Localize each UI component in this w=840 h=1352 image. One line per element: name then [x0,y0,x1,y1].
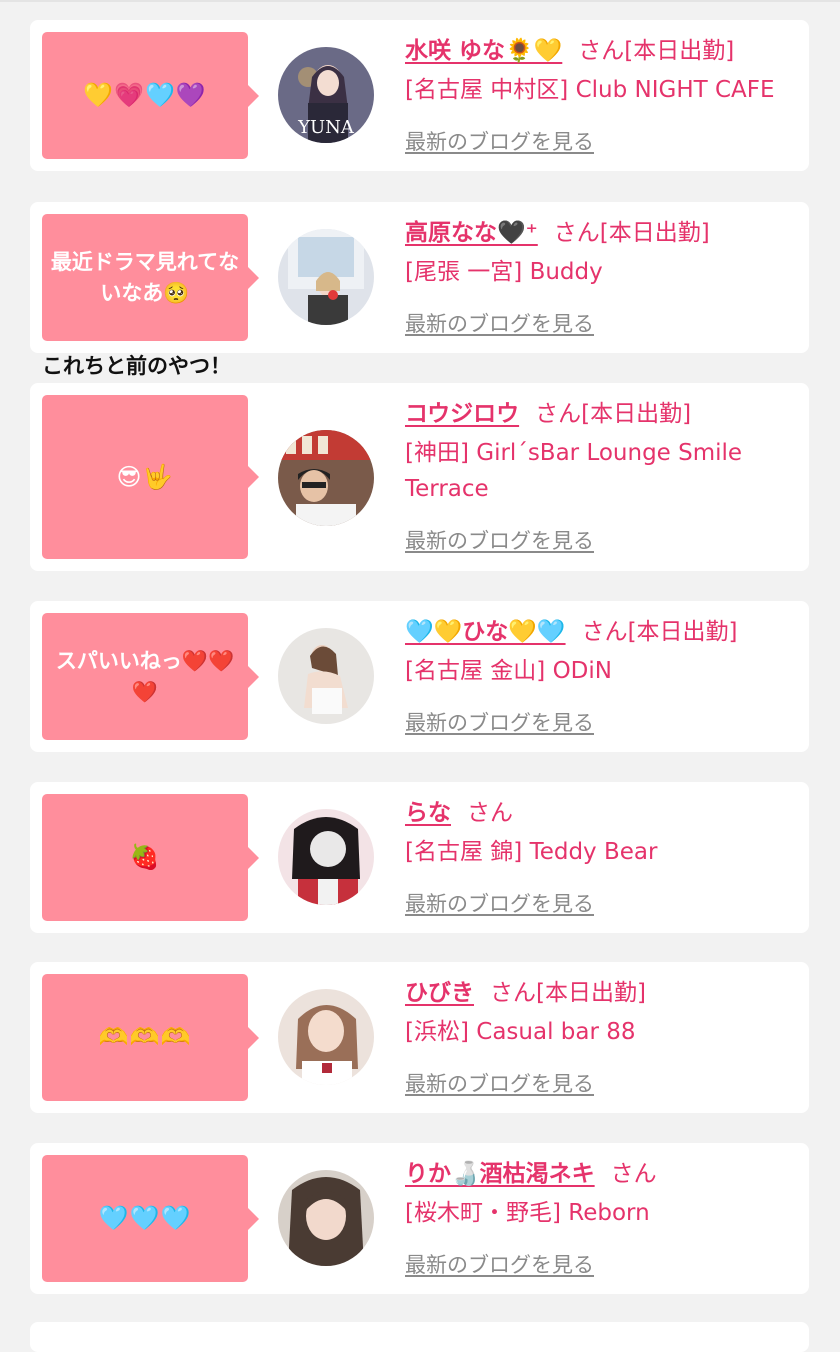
honorific: さん [467,800,513,826]
cast-name-link[interactable]: らな [405,800,451,826]
today-badge: [本日出勤] [536,980,646,1006]
bubble-text: 😎🤟 [116,462,174,491]
avatar[interactable] [278,229,374,325]
honorific: さん [581,619,628,645]
honorific: さん [490,980,536,1006]
cast-name-link[interactable]: 🩵💛ひな💛🩵 [405,619,566,645]
today-badge: [本日出勤] [599,220,710,246]
shop-name: [名古屋 金山] ODiN [405,658,612,684]
speech-bubble: 😎🤟 [42,395,259,559]
speech-bubble: 💛💗🩵💜 [42,32,259,159]
bubble-text: 🍓 [129,843,161,871]
bubble-text: 💛💗🩵💜 [83,81,207,109]
avatar[interactable] [278,989,374,1085]
avatar-name-overlay: YUNA [297,117,355,138]
cast-card[interactable]: 🩵🩵🩵 りか🍶酒枯渇ネキ さん [桜木町・野毛] Reborn 最新のブログを見る [30,1143,809,1294]
speech-bubble: 🫶🫶🫶 [42,974,259,1101]
today-badge: [本日出勤] [581,401,692,427]
top-divider [0,0,840,2]
latest-blog-link[interactable]: 最新のブログを見る [405,308,594,338]
shop-name: [浜松] Casual bar 88 [405,1019,636,1045]
speech-bubble: 🍓 [42,794,259,921]
avatar[interactable] [278,430,374,526]
bubble-text: 最近ドラマ見れてないなあ🥺 [50,249,240,305]
cast-name-link[interactable]: りか🍶酒枯渇ネキ [405,1161,595,1187]
cast-card[interactable]: 🍓 らな さん [名古屋 錦] Teddy Bear 最新のブログを見る [30,782,809,933]
cast-card[interactable]: スパいいねっ❤️❤️❤️ 🩵💛ひな💛🩵 さん[本日出勤] [名古屋 金山] ODi… [30,601,809,752]
speech-bubble: スパいいねっ❤️❤️❤️ [42,613,259,740]
shop-name: [名古屋 錦] Teddy Bear [405,839,658,865]
avatar[interactable] [278,1170,374,1266]
honorific: さん [535,401,582,427]
latest-blog-link[interactable]: 最新のブログを見る [405,1068,594,1098]
speech-bubble: 🩵🩵🩵 [42,1155,259,1282]
today-badge: [本日出勤] [627,619,738,645]
cast-name-link[interactable]: ひびき [405,980,474,1006]
today-badge: [本日出勤] [624,38,735,64]
cast-card[interactable]: 😎🤟 コウジロウ さん[本日出勤] [神田] Girl´sBar Lounge S… [30,383,809,571]
latest-blog-link[interactable]: 最新のブログを見る [405,707,594,737]
latest-blog-link[interactable]: 最新のブログを見る [405,1249,594,1279]
shop-name: [桜木町・野毛] Reborn [405,1200,650,1226]
shop-name: [神田] Girl´sBar Lounge Smile Terrace [405,440,743,502]
bubble-text: 🩵🩵🩵 [98,1204,192,1232]
honorific: さん [578,38,625,64]
shop-name: [名古屋 中村区] Club NIGHT CAFE [405,77,775,103]
latest-blog-link[interactable]: 最新のブログを見る [405,525,594,555]
avatar[interactable]: YUNA [278,47,374,143]
bubble-text: スパいいねっ❤️❤️❤️ [55,648,235,704]
cast-card[interactable]: 🫶🫶🫶 ひびき さん[本日出勤] [浜松] Casual bar 88 最新のブロ… [30,962,809,1113]
honorific: さん [610,1161,657,1187]
latest-blog-link[interactable]: 最新のブログを見る [405,126,594,156]
honorific: さん [553,220,600,246]
cast-name-link[interactable]: 高原なな🖤⁺ [405,220,538,246]
speech-bubble: 最近ドラマ見れてないなあ🥺 [42,214,259,341]
cast-name-link[interactable]: コウジロウ [405,401,519,427]
cast-card[interactable]: 💛💗🩵💜 YUNA 水咲 ゆな🌻💛 さん[本日出勤] [名古屋 中村区] Club… [30,20,809,171]
cast-name-link[interactable]: 水咲 ゆな🌻💛 [405,38,562,64]
cast-card[interactable]: 最近ドラマ見れてないなあ🥺 高原なな🖤⁺ さん[本日出勤] [尾張 一宮] Bud… [30,202,809,353]
avatar[interactable] [278,628,374,724]
handwritten-annotation: これちと前のやつ！ [42,354,231,378]
avatar[interactable] [278,809,374,905]
shop-name: [尾張 一宮] Buddy [405,259,603,285]
bubble-text: 🫶🫶🫶 [98,1023,192,1051]
latest-blog-link[interactable]: 最新のブログを見る [405,888,594,918]
